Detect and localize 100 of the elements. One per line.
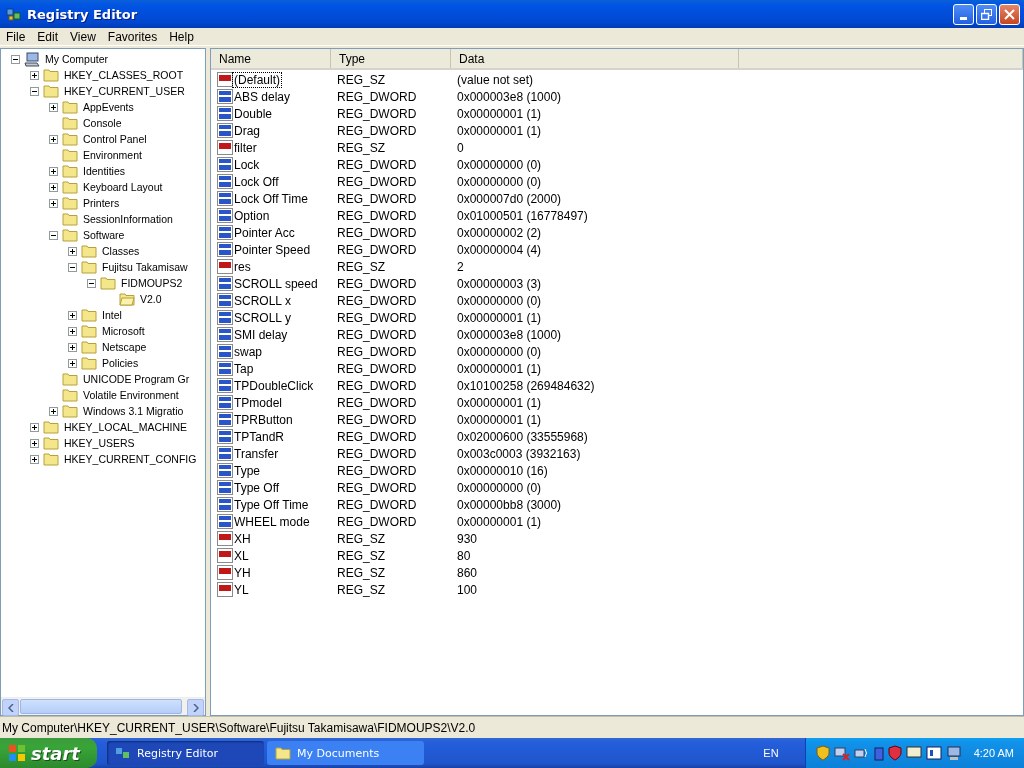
- language-indicator[interactable]: EN: [763, 747, 779, 759]
- expand-button[interactable]: [68, 342, 77, 352]
- value-name[interactable]: ABS delay: [233, 89, 292, 104]
- taskbar-button[interactable]: My Documents: [267, 741, 424, 765]
- shield-icon[interactable]: [887, 745, 902, 761]
- monitor-icon[interactable]: [905, 745, 922, 761]
- value-name[interactable]: Type: [233, 463, 261, 478]
- tree-item[interactable]: Classes: [100, 245, 142, 257]
- close-button[interactable]: [999, 3, 1020, 25]
- menu-item[interactable]: Favorites: [101, 29, 164, 44]
- menu-item[interactable]: View: [64, 29, 102, 44]
- display-icon[interactable]: [925, 745, 942, 761]
- value-name[interactable]: Pointer Speed: [233, 242, 312, 257]
- expand-button[interactable]: [68, 246, 77, 256]
- value-name[interactable]: Pointer Acc: [233, 225, 296, 240]
- collapse-button[interactable]: [68, 262, 77, 272]
- value-name[interactable]: XH: [233, 531, 252, 546]
- value-name[interactable]: SCROLL y: [233, 310, 292, 325]
- tree-item[interactable]: Intel: [100, 309, 124, 321]
- expand-button[interactable]: [49, 406, 58, 416]
- shield-icon[interactable]: [815, 745, 830, 761]
- value-name[interactable]: TPRButton: [233, 412, 294, 427]
- minimize-button[interactable]: [953, 3, 974, 25]
- value-name[interactable]: res: [233, 259, 252, 274]
- value-name[interactable]: YH: [233, 565, 252, 580]
- restore-button[interactable]: [976, 3, 997, 25]
- value-name[interactable]: filter: [233, 140, 258, 155]
- tree-item[interactable]: SessionInformation: [81, 213, 175, 225]
- taskbar-button[interactable]: Registry Editor: [107, 741, 264, 765]
- menu-item[interactable]: Help: [163, 29, 200, 44]
- value-name[interactable]: Drag: [233, 123, 261, 138]
- value-name[interactable]: Type Off: [233, 480, 281, 495]
- tree-item[interactable]: Identities: [81, 165, 128, 177]
- tree-item[interactable]: HKEY_CURRENT_CONFIG: [62, 453, 199, 465]
- value-name[interactable]: TPDoubleClick: [233, 378, 315, 393]
- value-name[interactable]: TPmodel: [233, 395, 284, 410]
- expand-button[interactable]: [49, 102, 58, 112]
- collapse-button[interactable]: [30, 86, 39, 96]
- value-name[interactable]: Tap: [233, 361, 255, 376]
- column-header[interactable]: Name: [211, 49, 331, 68]
- tree-item[interactable]: Fujitsu Takamisaw: [100, 261, 190, 273]
- tree-item[interactable]: FIDMOUPS2: [119, 277, 185, 289]
- start-button[interactable]: start: [0, 738, 97, 768]
- value-name[interactable]: Option: [233, 208, 271, 223]
- value-name[interactable]: SCROLL speed: [233, 276, 319, 291]
- tree-item[interactable]: AppEvents: [81, 101, 136, 113]
- value-name[interactable]: Type Off Time: [233, 497, 310, 512]
- expand-button[interactable]: [68, 358, 77, 368]
- collapse-button[interactable]: [49, 230, 58, 240]
- menu-item[interactable]: File: [0, 29, 32, 44]
- expand-button[interactable]: [68, 310, 77, 320]
- tree-item[interactable]: HKEY_LOCAL_MACHINE: [62, 421, 190, 433]
- value-name[interactable]: Lock Off Time: [233, 191, 309, 206]
- column-header[interactable]: Type: [331, 49, 451, 68]
- value-name[interactable]: swap: [233, 344, 263, 359]
- network-icon[interactable]: [833, 745, 850, 761]
- value-name[interactable]: SMI delay: [233, 327, 289, 342]
- expand-button[interactable]: [49, 182, 58, 192]
- collapse-button[interactable]: [87, 278, 96, 288]
- expand-button[interactable]: [30, 70, 39, 80]
- tree-item[interactable]: Environment: [81, 149, 144, 161]
- tree-item[interactable]: HKEY_CURRENT_USER: [62, 85, 187, 97]
- tree-item[interactable]: Microsoft: [100, 325, 147, 337]
- value-name[interactable]: Lock: [233, 157, 261, 172]
- value-name[interactable]: Transfer: [233, 446, 280, 461]
- tree-item[interactable]: Printers: [81, 197, 122, 209]
- tree-item[interactable]: Volatile Environment: [81, 389, 181, 401]
- tree-item[interactable]: My Computer: [43, 53, 110, 65]
- expand-button[interactable]: [49, 198, 58, 208]
- tree-item[interactable]: Console: [81, 117, 124, 129]
- tree-item[interactable]: Windows 3.1 Migratio: [81, 405, 186, 417]
- value-name[interactable]: TPTandR: [233, 429, 286, 444]
- tree-item[interactable]: HKEY_CLASSES_ROOT: [62, 69, 186, 81]
- expand-button[interactable]: [30, 438, 39, 448]
- value-name[interactable]: (Default): [233, 72, 281, 87]
- expand-button[interactable]: [30, 454, 39, 464]
- scroll-right-button[interactable]: [187, 699, 204, 716]
- tree-item[interactable]: Control Panel: [81, 133, 149, 145]
- menu-item[interactable]: Edit: [31, 29, 65, 44]
- value-name[interactable]: WHEEL mode: [233, 514, 311, 529]
- expand-button[interactable]: [30, 422, 39, 432]
- battery-icon[interactable]: [873, 745, 884, 761]
- column-header[interactable]: Data: [451, 49, 739, 68]
- value-name[interactable]: SCROLL x: [233, 293, 292, 308]
- scroll-left-button[interactable]: [2, 699, 19, 716]
- collapse-button[interactable]: [11, 54, 20, 64]
- tree-item[interactable]: Keyboard Layout: [81, 181, 165, 193]
- expand-button[interactable]: [68, 326, 77, 336]
- tree-item[interactable]: V2.0: [138, 293, 164, 305]
- value-name[interactable]: Lock Off: [233, 174, 280, 189]
- tree-item[interactable]: UNICODE Program Gr: [81, 373, 192, 385]
- tree-item[interactable]: Netscape: [100, 341, 149, 353]
- scrollbar-thumb[interactable]: [20, 699, 182, 714]
- value-name[interactable]: YL: [233, 582, 250, 597]
- expand-button[interactable]: [49, 166, 58, 176]
- tree-item[interactable]: Software: [81, 229, 127, 241]
- tree-item[interactable]: HKEY_USERS: [62, 437, 137, 449]
- computer-icon[interactable]: [945, 745, 962, 761]
- value-name[interactable]: XL: [233, 548, 250, 563]
- tree-item[interactable]: Policies: [100, 357, 141, 369]
